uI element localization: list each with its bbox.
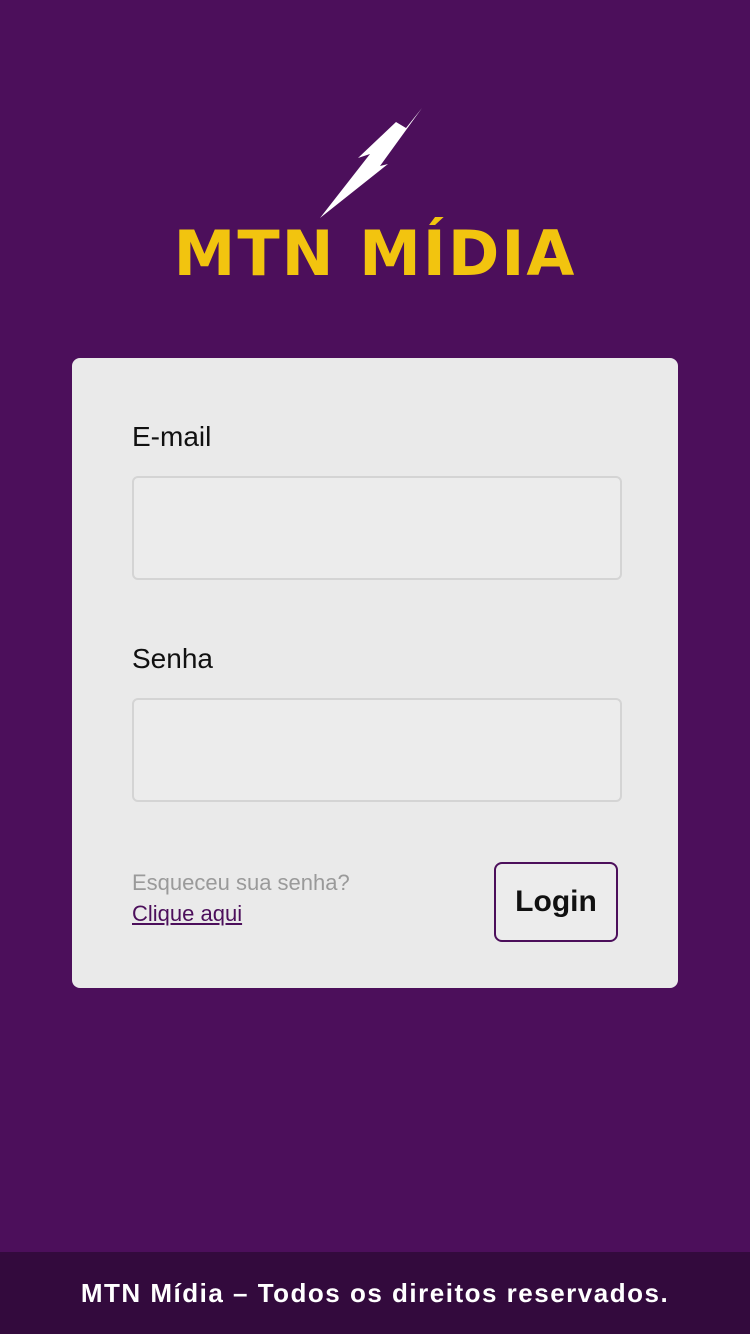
footer: MTN Mídia – Todos os direitos reservados… <box>0 1252 750 1334</box>
lightning-bolt-icon <box>320 108 422 218</box>
email-field[interactable] <box>132 476 622 580</box>
footer-copyright: MTN Mídia – Todos os direitos reservados… <box>80 1278 670 1308</box>
password-label: Senha <box>132 643 213 674</box>
password-field[interactable] <box>132 698 622 802</box>
forgot-password-link[interactable]: Clique aqui <box>132 899 242 929</box>
forgot-password-text: Esqueceu sua senha? <box>132 870 350 895</box>
brand-name: MTN MÍDIA <box>173 217 577 290</box>
login-button[interactable]: Login <box>494 862 618 942</box>
email-label: E-mail <box>132 421 212 452</box>
login-card: E-mail Senha Esqueceu sua senha? Clique … <box>72 358 678 988</box>
